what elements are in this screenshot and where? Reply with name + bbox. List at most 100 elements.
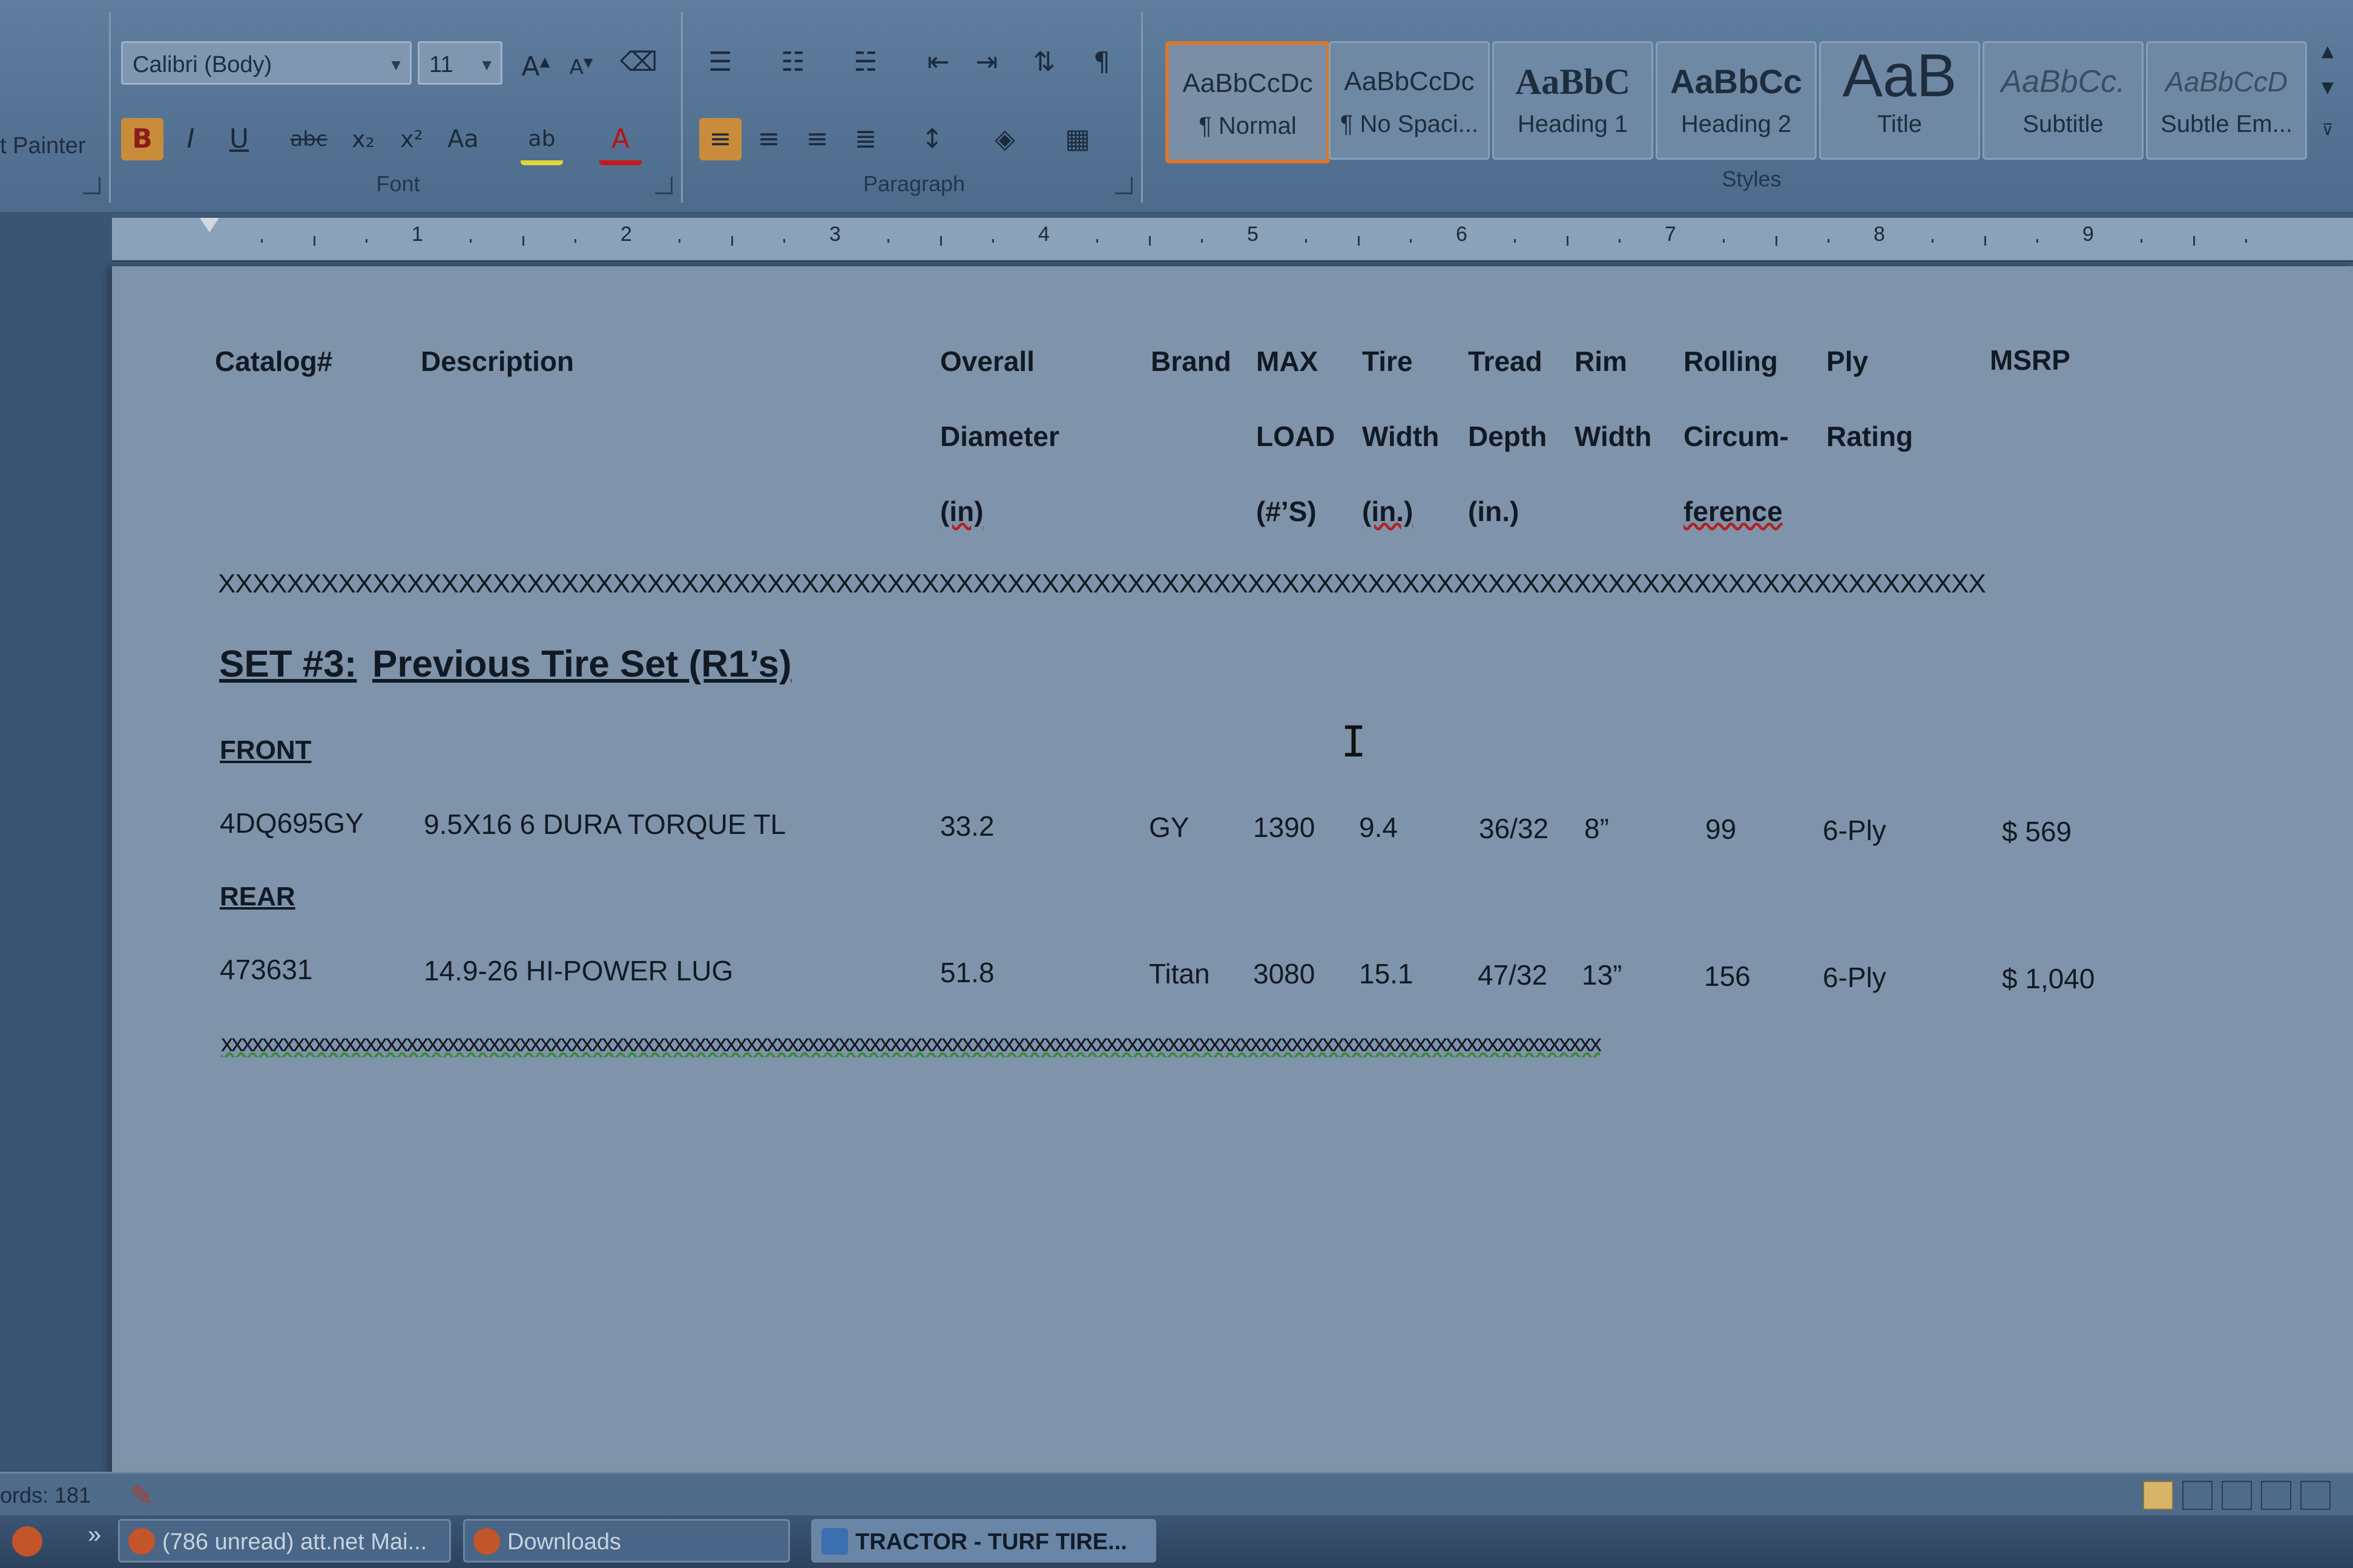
font-dialog-launcher-icon[interactable]	[655, 177, 673, 194]
style-normal[interactable]: AaBbCcDc ¶ Normal	[1165, 41, 1330, 163]
style-heading-1[interactable]: AaBbC Heading 1	[1492, 41, 1653, 160]
horizontal-ruler[interactable]: 1 2 3 4 5 6 7 8 9	[109, 218, 2353, 262]
bullets-icon[interactable]: ☰	[699, 41, 742, 84]
header-description: Description	[421, 346, 574, 377]
superscript-button[interactable]: x²	[390, 118, 433, 160]
increase-indent-icon[interactable]: ⇥	[966, 41, 1008, 84]
view-full-screen-icon[interactable]	[2182, 1481, 2213, 1510]
header-rolling-3: ference	[1683, 496, 1783, 527]
style-sample: AaBbCc	[1670, 62, 1802, 100]
ruler-tick	[365, 239, 367, 243]
styles-group-label: Styles	[1722, 166, 1782, 191]
grow-font-button[interactable]: A▲	[515, 41, 557, 84]
sort-icon[interactable]: ⇅	[1023, 41, 1065, 84]
row-rear-catalog: 473631	[220, 954, 313, 985]
ruler-number: 6	[1456, 223, 1467, 246]
multilevel-list-icon[interactable]: ☵	[844, 41, 887, 84]
align-center-icon[interactable]: ≡	[748, 118, 790, 160]
header-overall-2: Diameter	[940, 421, 1059, 452]
show-formatting-icon[interactable]: ¶	[1081, 41, 1123, 84]
style-subtle-emphasis[interactable]: AaBbCcD Subtle Em...	[2146, 41, 2307, 160]
taskbar-item-downloads[interactable]: Downloads	[463, 1519, 790, 1563]
proofing-icon[interactable]: ✎	[130, 1474, 154, 1517]
style-sample: AaBbCcD	[2165, 66, 2288, 97]
row-rear-description: 14.9-26 HI-POWER LUG	[424, 955, 734, 986]
row-front-diameter: 33.2	[940, 810, 995, 842]
ruler-tick	[1409, 239, 1412, 243]
numbering-icon[interactable]: ☷	[772, 41, 814, 84]
align-left-icon[interactable]: ≡	[699, 118, 742, 160]
firefox-icon[interactable]	[12, 1526, 42, 1557]
styles-scroll-up-icon[interactable]: ▲	[2312, 36, 2343, 67]
view-draft-icon[interactable]	[2300, 1481, 2331, 1510]
highlight-color-icon[interactable]: ab	[521, 118, 563, 165]
ruler-tick	[1984, 236, 1986, 246]
view-outline-icon[interactable]	[2261, 1481, 2291, 1510]
borders-icon[interactable]: ▦	[1056, 118, 1099, 160]
font-size-dropdown[interactable]: 11 ▼	[418, 41, 502, 85]
view-print-layout-icon[interactable]	[2143, 1481, 2173, 1510]
align-right-icon[interactable]: ≡	[796, 118, 838, 160]
decrease-indent-icon[interactable]: ⇤	[917, 41, 959, 84]
row-front-circ: 99	[1705, 813, 1737, 845]
style-name: ¶ No Spaci...	[1340, 111, 1479, 137]
taskbar-item-mail[interactable]: (786 unread) att.net Mai...	[118, 1519, 451, 1563]
ruler-number: 3	[829, 223, 841, 246]
style-sample: AaB	[1842, 45, 1957, 106]
style-heading-2[interactable]: AaBbCc Heading 2	[1656, 41, 1817, 160]
italic-button[interactable]: I	[169, 118, 212, 160]
view-web-layout-icon[interactable]	[2222, 1481, 2252, 1510]
taskbar-item-word-document[interactable]: TRACTOR - TURF TIRE...	[811, 1519, 1156, 1563]
styles-more-icon[interactable]: ⊽	[2312, 115, 2343, 145]
row-front-ply: 6-Ply	[1823, 815, 1886, 846]
font-name-value: Calibri (Body)	[133, 52, 272, 77]
ruler-number: 7	[1665, 223, 1676, 246]
indent-marker-icon[interactable]	[200, 218, 219, 232]
clipboard-launcher-icon[interactable]	[83, 177, 100, 194]
ruler-number: 9	[2082, 223, 2094, 246]
row-rear-brand: Titan	[1149, 958, 1210, 989]
strikethrough-button[interactable]: abc	[288, 118, 330, 160]
ruler-number: 4	[1038, 223, 1050, 246]
ruler-tick	[731, 236, 733, 246]
header-rim: Rim	[1575, 346, 1627, 377]
ruler-number: 2	[620, 223, 632, 246]
style-title[interactable]: AaB Title	[1819, 41, 1980, 160]
ruler-tick	[313, 236, 315, 246]
style-no-spacing[interactable]: AaBbCcDc ¶ No Spaci...	[1329, 41, 1490, 160]
word-count[interactable]: ords: 181	[0, 1474, 91, 1517]
taskbar: » (786 unread) att.net Mai... Downloads …	[0, 1515, 2353, 1568]
font-name-dropdown[interactable]: Calibri (Body) ▼	[121, 41, 412, 85]
shading-icon[interactable]: ◈	[984, 118, 1026, 160]
row-front-width: 9.4	[1359, 812, 1398, 843]
status-bar: ords: 181 ✎	[0, 1472, 2353, 1517]
document-page[interactable]: Catalog# Description Overall Brand MAX T…	[112, 266, 2353, 1477]
styles-group: AaBbCcDc ¶ Normal AaBbCcDc ¶ No Spaci...…	[1150, 12, 2353, 203]
chevron-down-icon: ▼	[388, 56, 404, 74]
font-group-label: Font	[376, 171, 420, 196]
change-case-button[interactable]: Aa	[442, 118, 484, 160]
style-subtitle[interactable]: AaBbCc. Subtitle	[1983, 41, 2144, 160]
underline-button[interactable]: U	[218, 118, 260, 160]
justify-icon[interactable]: ≣	[844, 118, 887, 160]
format-painter-button[interactable]: t Painter	[0, 133, 86, 159]
header-max-2: LOAD	[1256, 421, 1335, 452]
clear-formatting-icon[interactable]: ⌫	[617, 41, 660, 84]
text-cursor-icon: I	[1341, 717, 1367, 767]
quick-launch-more[interactable]: »	[88, 1521, 101, 1549]
style-name: Subtitle	[2022, 111, 2104, 137]
row-rear-msrp: $ 1,040	[2002, 963, 2095, 994]
bold-button[interactable]: B	[121, 118, 163, 160]
paragraph-dialog-launcher-icon[interactable]	[1115, 177, 1133, 194]
header-rim-2: Width	[1575, 421, 1652, 452]
header-rolling: Rolling	[1683, 346, 1778, 377]
subscript-button[interactable]: x₂	[342, 118, 384, 160]
styles-scroll-down-icon[interactable]: ▼	[2312, 73, 2343, 103]
font-color-icon[interactable]: A	[599, 118, 642, 165]
taskbar-item-label: TRACTOR - TURF TIRE...	[855, 1529, 1127, 1555]
shrink-font-button[interactable]: A▼	[560, 41, 602, 84]
line-spacing-icon[interactable]: ↕	[911, 118, 953, 160]
clipboard-group: t Painter	[0, 12, 111, 203]
ruler-tick	[1775, 236, 1777, 246]
set-label: SET #3:	[219, 643, 357, 685]
